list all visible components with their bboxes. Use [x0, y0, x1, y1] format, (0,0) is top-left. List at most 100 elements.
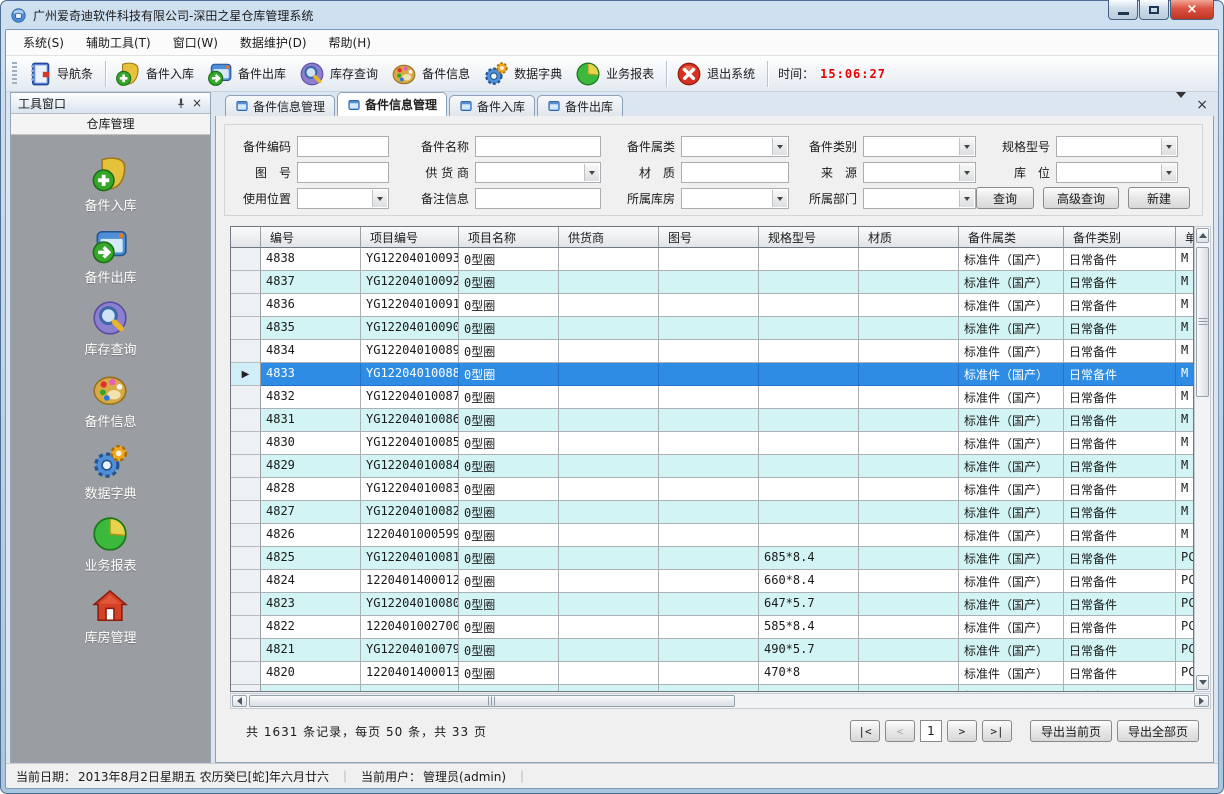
- query-button[interactable]: 查询: [976, 187, 1034, 209]
- cell-attr[interactable]: 标准件（国产）: [959, 478, 1064, 501]
- row-selector-cell[interactable]: [231, 501, 261, 524]
- chevron-down-icon[interactable]: [584, 164, 599, 181]
- cell-project_no[interactable]: 1220401000599: [361, 524, 459, 547]
- cell-id[interactable]: 4829: [261, 455, 361, 478]
- cell-unit[interactable]: PC: [1176, 593, 1194, 616]
- cell-cat[interactable]: 日常备件: [1064, 639, 1176, 662]
- first-page-button[interactable]: |<: [850, 720, 880, 742]
- column-header-id[interactable]: 编号: [261, 227, 361, 248]
- remark-field[interactable]: [475, 188, 601, 209]
- column-header-material[interactable]: 材质: [859, 227, 959, 248]
- cell-material[interactable]: [859, 547, 959, 570]
- cell-attr[interactable]: 标准件（国产）: [959, 662, 1064, 685]
- cell-drawing[interactable]: [659, 639, 759, 662]
- scroll-left-icon[interactable]: [232, 695, 247, 707]
- menu-system[interactable]: 系统(S): [12, 30, 75, 55]
- cell-project_no[interactable]: YG12204010091: [361, 294, 459, 317]
- cell-attr[interactable]: 标准件（国产）: [959, 317, 1064, 340]
- cell-material[interactable]: [859, 386, 959, 409]
- advanced-query-button[interactable]: 高级查询: [1043, 187, 1119, 209]
- cell-supplier[interactable]: [559, 593, 659, 616]
- cell-project_no[interactable]: 1220401400012: [361, 570, 459, 593]
- cell-attr[interactable]: 标准件（国产）: [959, 547, 1064, 570]
- tab-close-icon[interactable]: ×: [1196, 98, 1208, 112]
- chevron-down-icon[interactable]: [772, 138, 787, 155]
- row-selector-cell[interactable]: [231, 386, 261, 409]
- cell-id[interactable]: 4827: [261, 501, 361, 524]
- column-header-name[interactable]: 项目名称: [459, 227, 559, 248]
- material-field[interactable]: [681, 162, 789, 183]
- cell-attr[interactable]: 标准件（国产）: [959, 593, 1064, 616]
- table-row[interactable]: 4823YG122040100800型圈647*5.7标准件（国产）日常备件PC: [231, 593, 1193, 616]
- cell-unit[interactable]: M: [1176, 271, 1194, 294]
- table-row[interactable]: 482412204014000120型圈660*8.4标准件（国产）日常备件PC: [231, 570, 1193, 593]
- cell-attr[interactable]: 标准件（国产）: [959, 340, 1064, 363]
- tab-list-dropdown-icon[interactable]: [1176, 99, 1186, 111]
- cell-cat[interactable]: 日常备件: [1064, 294, 1176, 317]
- table-row[interactable]: ▶4833YG122040100880型圈标准件（国产）日常备件M: [231, 363, 1193, 386]
- toolbar-grip-icon[interactable]: [12, 62, 17, 86]
- cell-spec[interactable]: [759, 409, 859, 432]
- cell-drawing[interactable]: [659, 363, 759, 386]
- cell-spec[interactable]: [759, 685, 859, 692]
- row-selector-cell[interactable]: [231, 271, 261, 294]
- cell-cat[interactable]: 日常备件: [1064, 685, 1176, 692]
- table-row[interactable]: 4837YG122040100920型圈标准件（国产）日常备件M: [231, 271, 1193, 294]
- cell-drawing[interactable]: [659, 386, 759, 409]
- table-row[interactable]: 4830YG122040100850型圈标准件（国产）日常备件M: [231, 432, 1193, 455]
- cell-drawing[interactable]: [659, 501, 759, 524]
- cell-material[interactable]: [859, 570, 959, 593]
- horizontal-scroll-thumb[interactable]: [249, 695, 735, 707]
- cell-material[interactable]: [859, 455, 959, 478]
- cell-cat[interactable]: 日常备件: [1064, 616, 1176, 639]
- chevron-down-icon[interactable]: [372, 190, 387, 207]
- cell-name[interactable]: 0型圈: [459, 524, 559, 547]
- cell-attr[interactable]: 标准件（国产）: [959, 570, 1064, 593]
- cell-supplier[interactable]: [559, 662, 659, 685]
- cell-supplier[interactable]: [559, 478, 659, 501]
- cell-name[interactable]: 0型圈: [459, 363, 559, 386]
- cell-project_no[interactable]: 1220401400013: [361, 662, 459, 685]
- cell-material[interactable]: [859, 271, 959, 294]
- cell-unit[interactable]: M: [1176, 363, 1194, 386]
- cell-attr[interactable]: 标准件（国产）: [959, 524, 1064, 547]
- column-header-drawing[interactable]: 图号: [659, 227, 759, 248]
- cell-cat[interactable]: 日常备件: [1064, 248, 1176, 271]
- table-row[interactable]: 4827YG122040100820型圈标准件（国产）日常备件M: [231, 501, 1193, 524]
- toolbar-parts-in-button[interactable]: 备件入库: [110, 58, 202, 90]
- current-row-arrow-icon[interactable]: ▶: [231, 363, 261, 386]
- cell-cat[interactable]: 日常备件: [1064, 570, 1176, 593]
- sidebar-item-parts-info[interactable]: 备件信息: [84, 371, 136, 430]
- cell-name[interactable]: 0型圈: [459, 570, 559, 593]
- cell-attr[interactable]: 标准件（国产）: [959, 386, 1064, 409]
- cell-name[interactable]: 0型圈: [459, 639, 559, 662]
- cell-drawing[interactable]: [659, 570, 759, 593]
- cell-project_no[interactable]: YG12204010079: [361, 639, 459, 662]
- table-row[interactable]: 4832YG122040100870型圈标准件（国产）日常备件M: [231, 386, 1193, 409]
- cell-unit[interactable]: [1176, 685, 1194, 692]
- table-row[interactable]: 482212204010027000型圈585*8.4标准件（国产）日常备件PC: [231, 616, 1193, 639]
- table-row[interactable]: 4838YG122040100930型圈标准件（国产）日常备件M: [231, 248, 1193, 271]
- row-selector-cell[interactable]: [231, 570, 261, 593]
- row-selector-cell[interactable]: [231, 593, 261, 616]
- cell-id[interactable]: 4823: [261, 593, 361, 616]
- cell-attr[interactable]: 标准件（国产）: [959, 616, 1064, 639]
- tab-3[interactable]: 备件入库: [449, 95, 535, 116]
- cell-unit[interactable]: PC: [1176, 547, 1194, 570]
- chevron-down-icon[interactable]: [959, 164, 974, 181]
- cell-attr[interactable]: 标准件（国产）: [959, 409, 1064, 432]
- row-selector-cell[interactable]: [231, 524, 261, 547]
- cell-unit[interactable]: M: [1176, 524, 1194, 547]
- new-button[interactable]: 新建: [1128, 187, 1190, 209]
- cell-id[interactable]: 4832: [261, 386, 361, 409]
- cell-id[interactable]: 4826: [261, 524, 361, 547]
- cell-id[interactable]: 4824: [261, 570, 361, 593]
- cell-name[interactable]: 0型圈: [459, 685, 559, 692]
- cell-supplier[interactable]: [559, 547, 659, 570]
- maximize-button[interactable]: [1139, 0, 1169, 20]
- column-header-cat[interactable]: 备件类别: [1064, 227, 1176, 248]
- cell-attr[interactable]: 标准件（国产）: [959, 363, 1064, 386]
- cell-name[interactable]: 0型圈: [459, 478, 559, 501]
- cell-unit[interactable]: PC: [1176, 662, 1194, 685]
- cell-drawing[interactable]: [659, 524, 759, 547]
